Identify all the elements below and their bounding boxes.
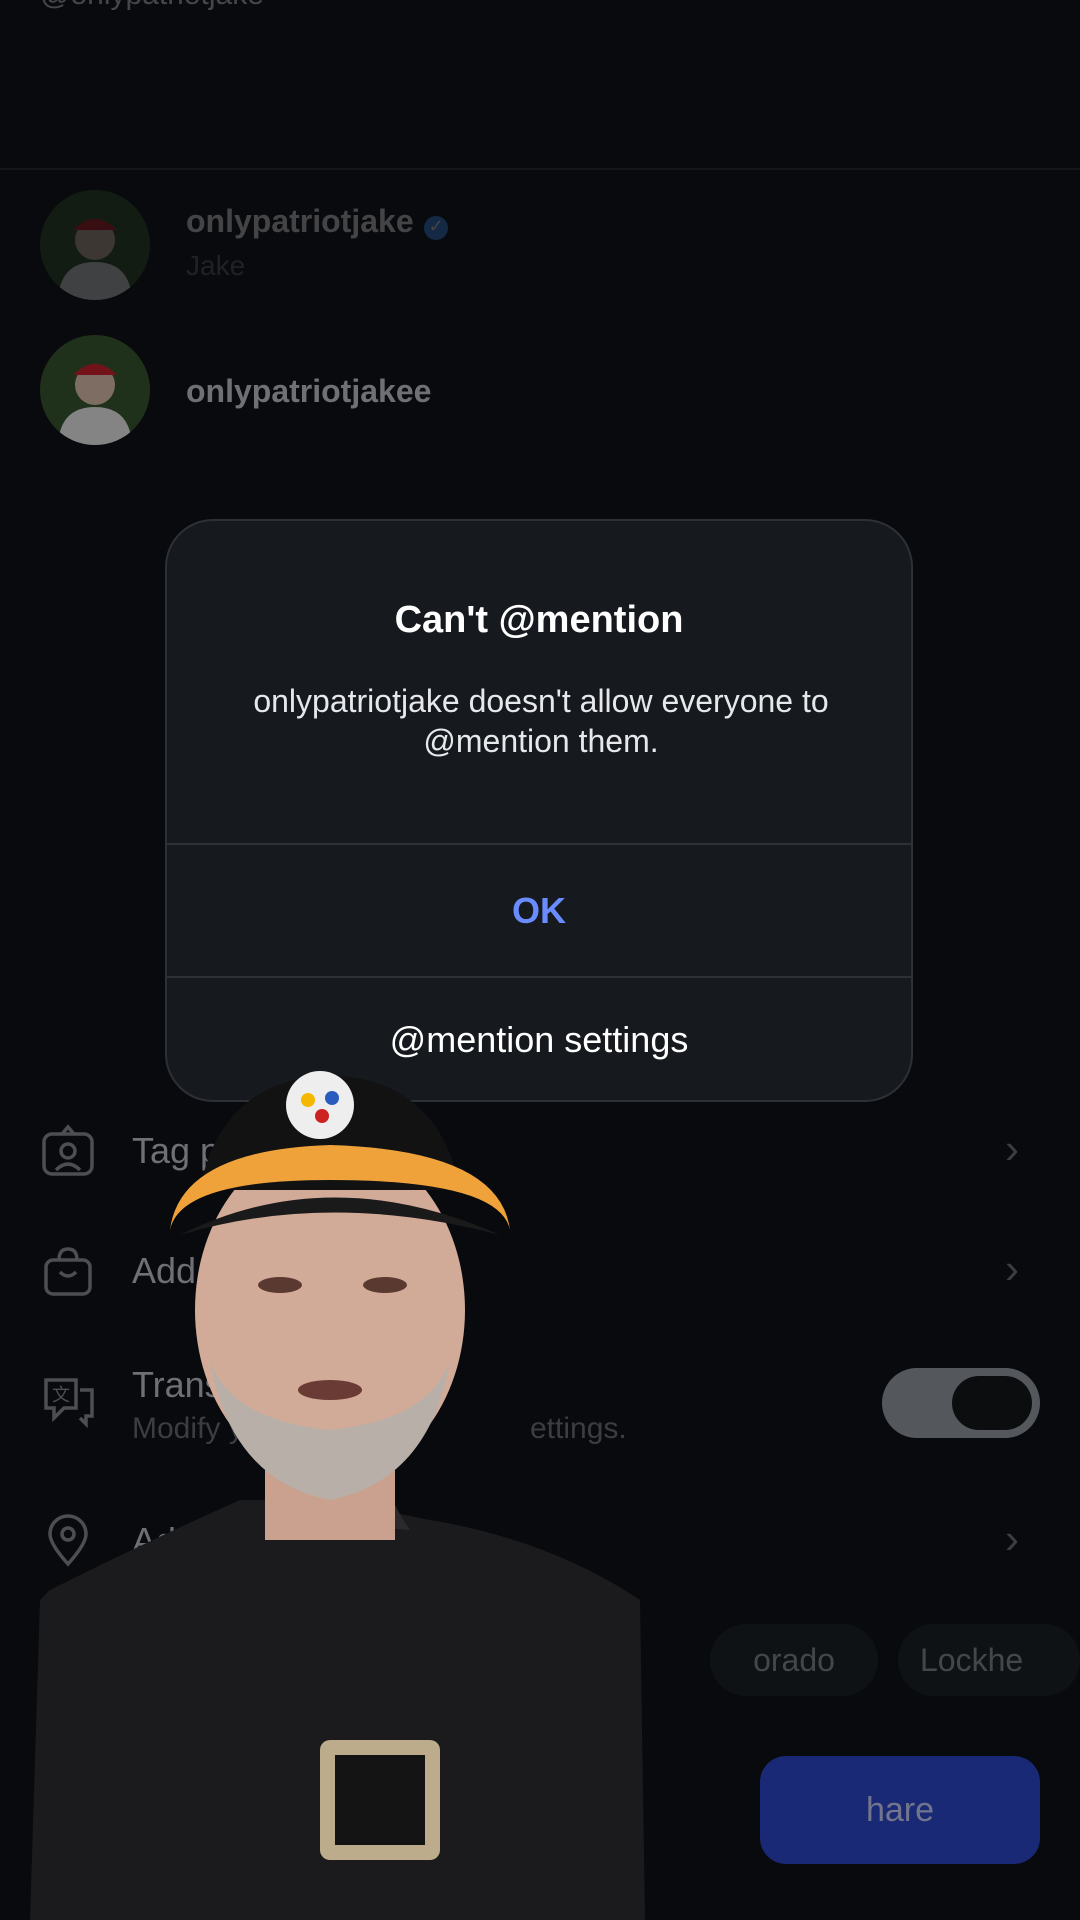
dialog-message: onlypatriotjake doesn't allow everyone t…: [253, 683, 829, 759]
ok-button[interactable]: OK: [167, 845, 911, 976]
alert-dialog: Can't @mention onlypatriotjake doesn't a…: [165, 519, 913, 1102]
video-overlay-person: [30, 1060, 790, 1920]
dialog-title: Can't @mention: [394, 599, 684, 641]
